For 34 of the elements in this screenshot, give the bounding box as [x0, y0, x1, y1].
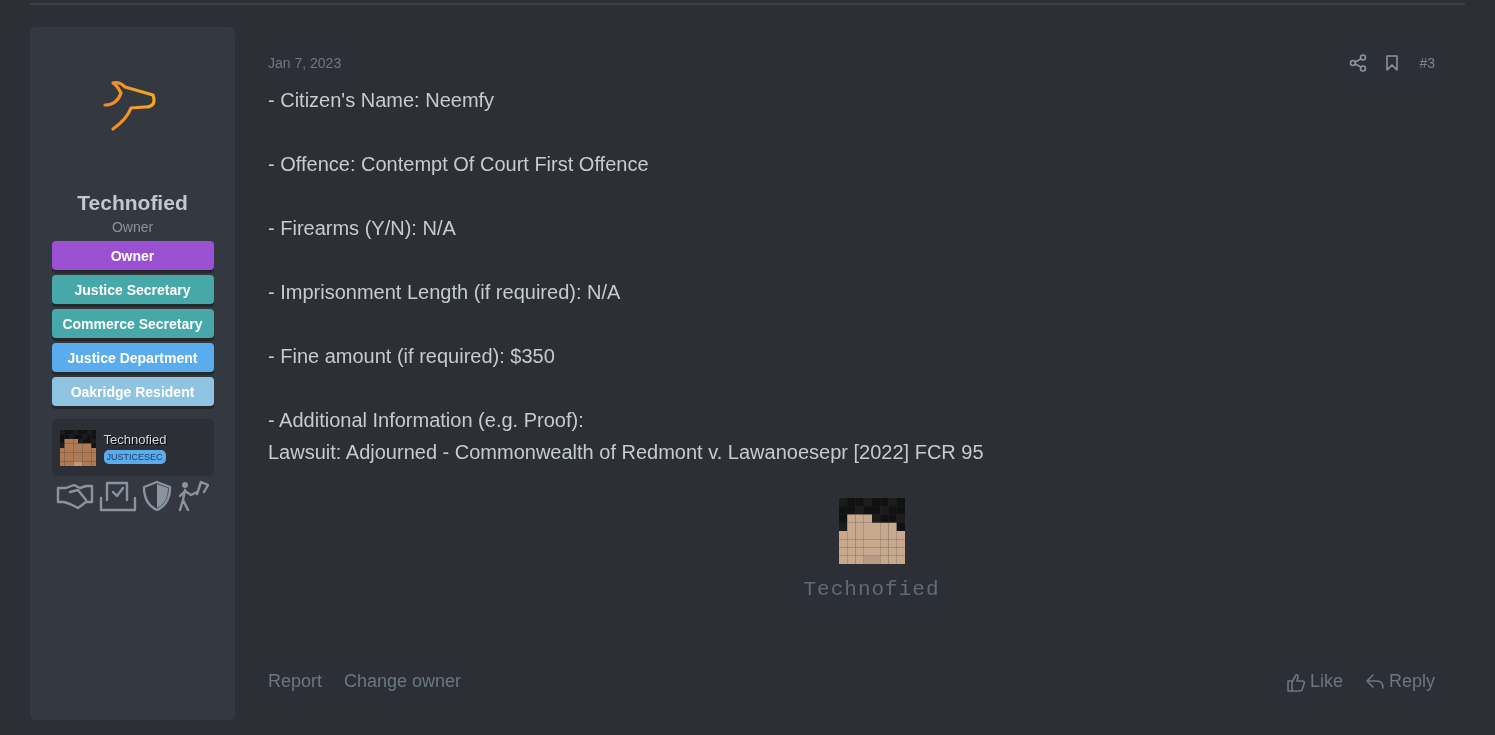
post-number-link[interactable]: #3 — [1419, 55, 1435, 71]
bookmark-icon[interactable] — [1385, 54, 1400, 72]
post-text-line: - Citizen's Name: Neemfy — [268, 88, 496, 113]
avatar-icon — [59, 429, 96, 466]
post-text-line: - Fine amount (if required): $350 — [268, 344, 556, 369]
post-text-line: Lawsuit: Adjourned - Commonwealth of Redmont v. Lawanoesepr [2022] FCR 95 — [268, 440, 985, 465]
reply-icon — [1364, 671, 1385, 692]
ballot-box-icon — [99, 480, 137, 512]
post-text-line: - Imprisonment Length (if required): N/A — [268, 280, 622, 305]
reply-button[interactable]: Reply — [1364, 671, 1435, 692]
role-banner: Owner — [51, 241, 214, 270]
avatar-icon — [838, 498, 905, 564]
user-title: Owner — [111, 219, 154, 235]
post-text-line: - Firearms (Y/N): N/A — [268, 216, 457, 241]
like-button[interactable]: Like — [1285, 671, 1343, 692]
thumbs-up-icon — [1285, 671, 1306, 692]
role-tag: JUSTICESEC — [103, 449, 166, 464]
role-banner: Justice Department — [51, 343, 214, 372]
action-link[interactable]: Change owner — [344, 671, 462, 692]
post-text-line: - Offence: Contempt Of Court First Offence — [268, 152, 650, 177]
shield-icon — [142, 480, 172, 512]
profile-name: Technofied — [103, 431, 167, 447]
role-banner: Oakridge Resident — [51, 377, 214, 406]
share-icon[interactable] — [1349, 54, 1368, 72]
action-label: Reply — [1388, 671, 1435, 692]
protester-icon — [177, 480, 209, 512]
post-date[interactable]: Jan 7, 2023 — [268, 55, 1350, 71]
user-name[interactable]: Technofied — [77, 191, 188, 215]
signature-name: Technofied — [803, 578, 940, 601]
role-banner: Justice Secretary — [51, 275, 214, 304]
action-label: Like — [1309, 671, 1343, 692]
post-text-line: - Additional Information (e.g. Proof): — [268, 408, 585, 433]
role-banner: Commerce Secretary — [51, 309, 214, 338]
action-link[interactable]: Report — [268, 671, 323, 692]
